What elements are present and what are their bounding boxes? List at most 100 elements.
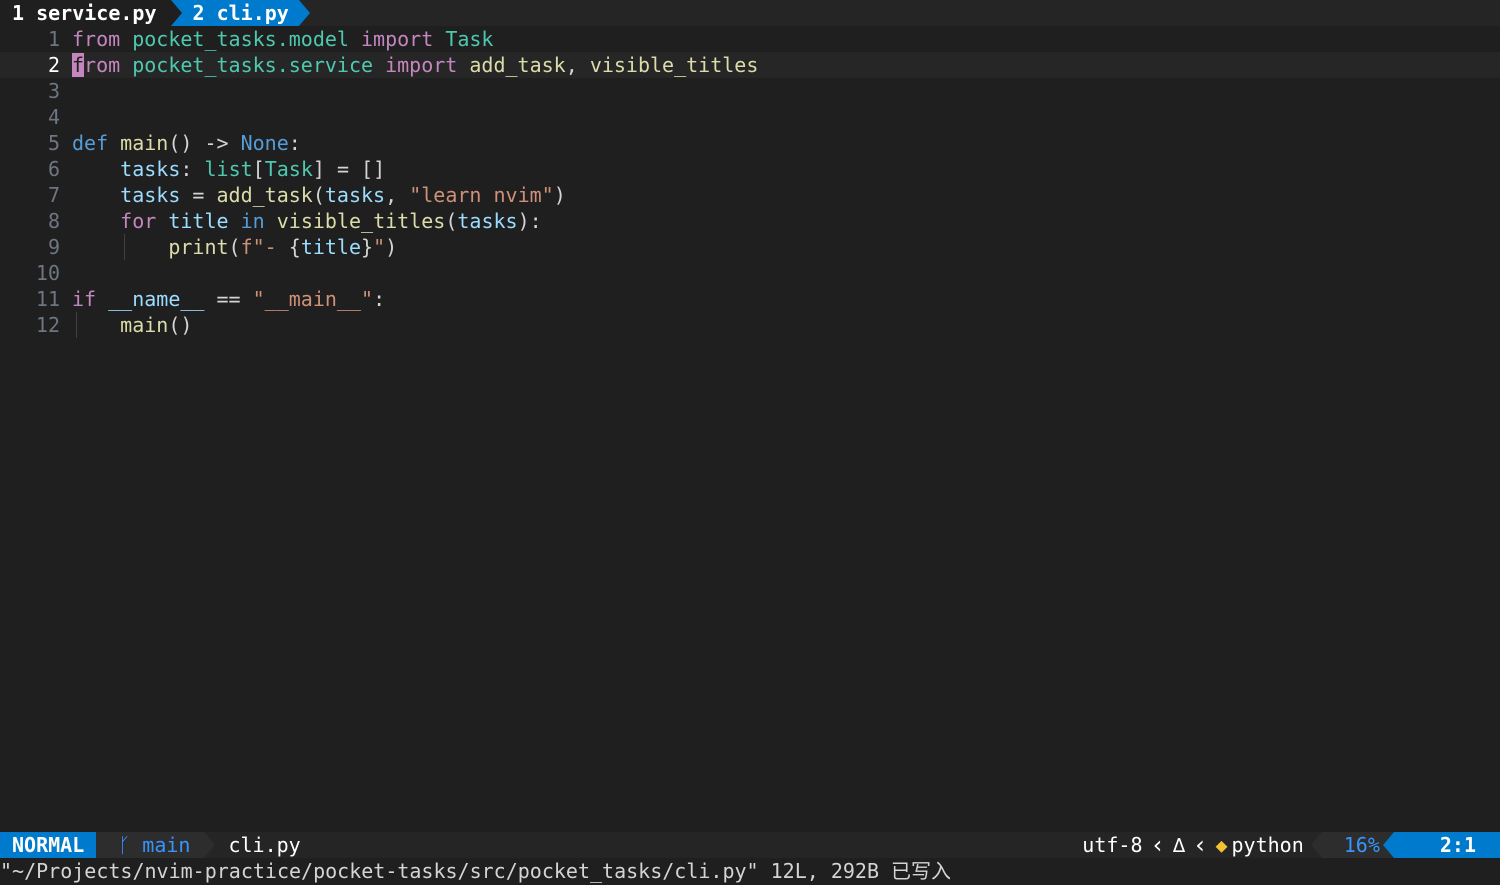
code-token: add_task xyxy=(216,183,313,207)
code-token: visible_titles xyxy=(589,53,759,77)
cursor-position: 2:1 xyxy=(1393,832,1500,858)
code-token: " xyxy=(373,235,386,259)
code-token: in xyxy=(240,209,265,233)
code-line[interactable]: 1 from pocket_tasks.model import Task xyxy=(0,26,1500,52)
code-line[interactable]: 5 def main() -> None: xyxy=(0,130,1500,156)
code-text: from pocket_tasks.service import add_tas… xyxy=(72,52,758,78)
code-token: ( xyxy=(228,235,241,259)
line-number: 3 xyxy=(47,79,60,103)
code-token: main xyxy=(120,131,169,155)
code-token: ( xyxy=(312,183,325,207)
code-line[interactable]: 8 for title in visible_titles(tasks): xyxy=(0,208,1500,234)
code-token: rom xyxy=(84,53,121,77)
line-number: 9 xyxy=(47,235,60,259)
code-token: , xyxy=(385,183,410,207)
code-token: import xyxy=(385,53,458,77)
code-text: print(f"- {title}") xyxy=(72,234,397,260)
code-token: def xyxy=(72,131,109,155)
code-token: add_task xyxy=(469,53,566,77)
code-text: main() xyxy=(72,312,192,338)
code-line[interactable]: 3 xyxy=(0,78,1500,104)
code-line[interactable]: 11 if __name__ == "__main__": xyxy=(0,286,1500,312)
code-token: : xyxy=(180,157,205,181)
code-token: None xyxy=(240,131,289,155)
code-text: tasks: list[Task] = [] xyxy=(72,156,385,182)
line-number: 8 xyxy=(47,209,60,233)
code-token: = xyxy=(180,183,217,207)
tab-service-py[interactable]: 1 service.py xyxy=(0,0,171,26)
tab-cli-py[interactable]: 2 cli.py xyxy=(170,0,311,26)
line-number: 6 xyxy=(47,157,60,181)
filetype: python xyxy=(1231,833,1304,857)
code-line[interactable]: 12 main() xyxy=(0,312,1500,338)
code-token: () xyxy=(168,313,193,337)
line-number: 2 xyxy=(47,53,60,77)
code-token: pocket_tasks.model xyxy=(132,27,349,51)
file-encoding: utf-8 xyxy=(1082,833,1143,857)
python-icon: ◆ xyxy=(1215,833,1228,857)
code-token: == xyxy=(204,287,253,311)
code-token: Task xyxy=(445,27,494,51)
code-line[interactable]: 2 from pocket_tasks.service import add_ta… xyxy=(0,52,1500,78)
code-token: list xyxy=(204,157,253,181)
code-token: } xyxy=(361,235,374,259)
code-text: def main() -> None: xyxy=(72,130,301,156)
code-line[interactable]: 7 tasks = add_task(tasks, "learn nvim") xyxy=(0,182,1500,208)
code-token: ) xyxy=(385,235,398,259)
code-token: for xyxy=(120,209,157,233)
code-line[interactable]: 10 xyxy=(0,260,1500,286)
code-token: __name__ xyxy=(108,287,205,311)
code-token: title xyxy=(300,235,362,259)
code-token: visible_titles xyxy=(276,209,446,233)
tabline: 1 service.py 2 cli.py xyxy=(0,0,1500,26)
code-token: tasks xyxy=(324,183,386,207)
code-line[interactable]: 9 print(f"- {title}") xyxy=(0,234,1500,260)
code-text: from pocket_tasks.model import Task xyxy=(72,26,493,52)
code-token: , xyxy=(565,53,590,77)
code-line[interactable]: 4 xyxy=(0,104,1500,130)
separator-icon: ‹ xyxy=(1193,831,1208,859)
line-number: 5 xyxy=(47,131,60,155)
line-number: 12 xyxy=(35,313,60,337)
line-number: 10 xyxy=(35,261,60,285)
branch-name: main xyxy=(142,833,191,857)
git-branch-icon: ᚴ xyxy=(118,833,131,857)
code-token: f"- xyxy=(240,235,289,259)
status-filename: cli.py xyxy=(228,833,301,857)
mode-indicator: NORMAL xyxy=(0,832,108,858)
editor-buffer[interactable]: 1 from pocket_tasks.model import Task 2 fro… xyxy=(0,26,1500,832)
code-token: tasks xyxy=(120,157,181,181)
code-token: ( xyxy=(445,209,458,233)
code-token: ) xyxy=(553,183,566,207)
code-text: for title in visible_titles(tasks): xyxy=(72,208,542,234)
code-token: "__main__" xyxy=(252,287,374,311)
line-number: 1 xyxy=(47,27,60,51)
code-token: print xyxy=(168,235,229,259)
code-token: tasks xyxy=(457,209,518,233)
code-token: from xyxy=(72,27,121,51)
code-token: title xyxy=(168,209,229,233)
code-token: ] = [] xyxy=(312,157,386,181)
code-token: main xyxy=(120,313,169,337)
code-line[interactable]: 6 tasks: list[Task] = [] xyxy=(0,156,1500,182)
line-number: 4 xyxy=(47,105,60,129)
code-token: pocket_tasks.service xyxy=(132,53,374,77)
statusline: NORMAL ᚴ main cli.py utf-8 ‹ ∆ ‹ ◆ python… xyxy=(0,831,1500,859)
code-token: "learn nvim" xyxy=(409,183,554,207)
code-token: () -> xyxy=(168,131,241,155)
separator-icon: ‹ xyxy=(1150,831,1165,859)
code-token: Task xyxy=(264,157,313,181)
